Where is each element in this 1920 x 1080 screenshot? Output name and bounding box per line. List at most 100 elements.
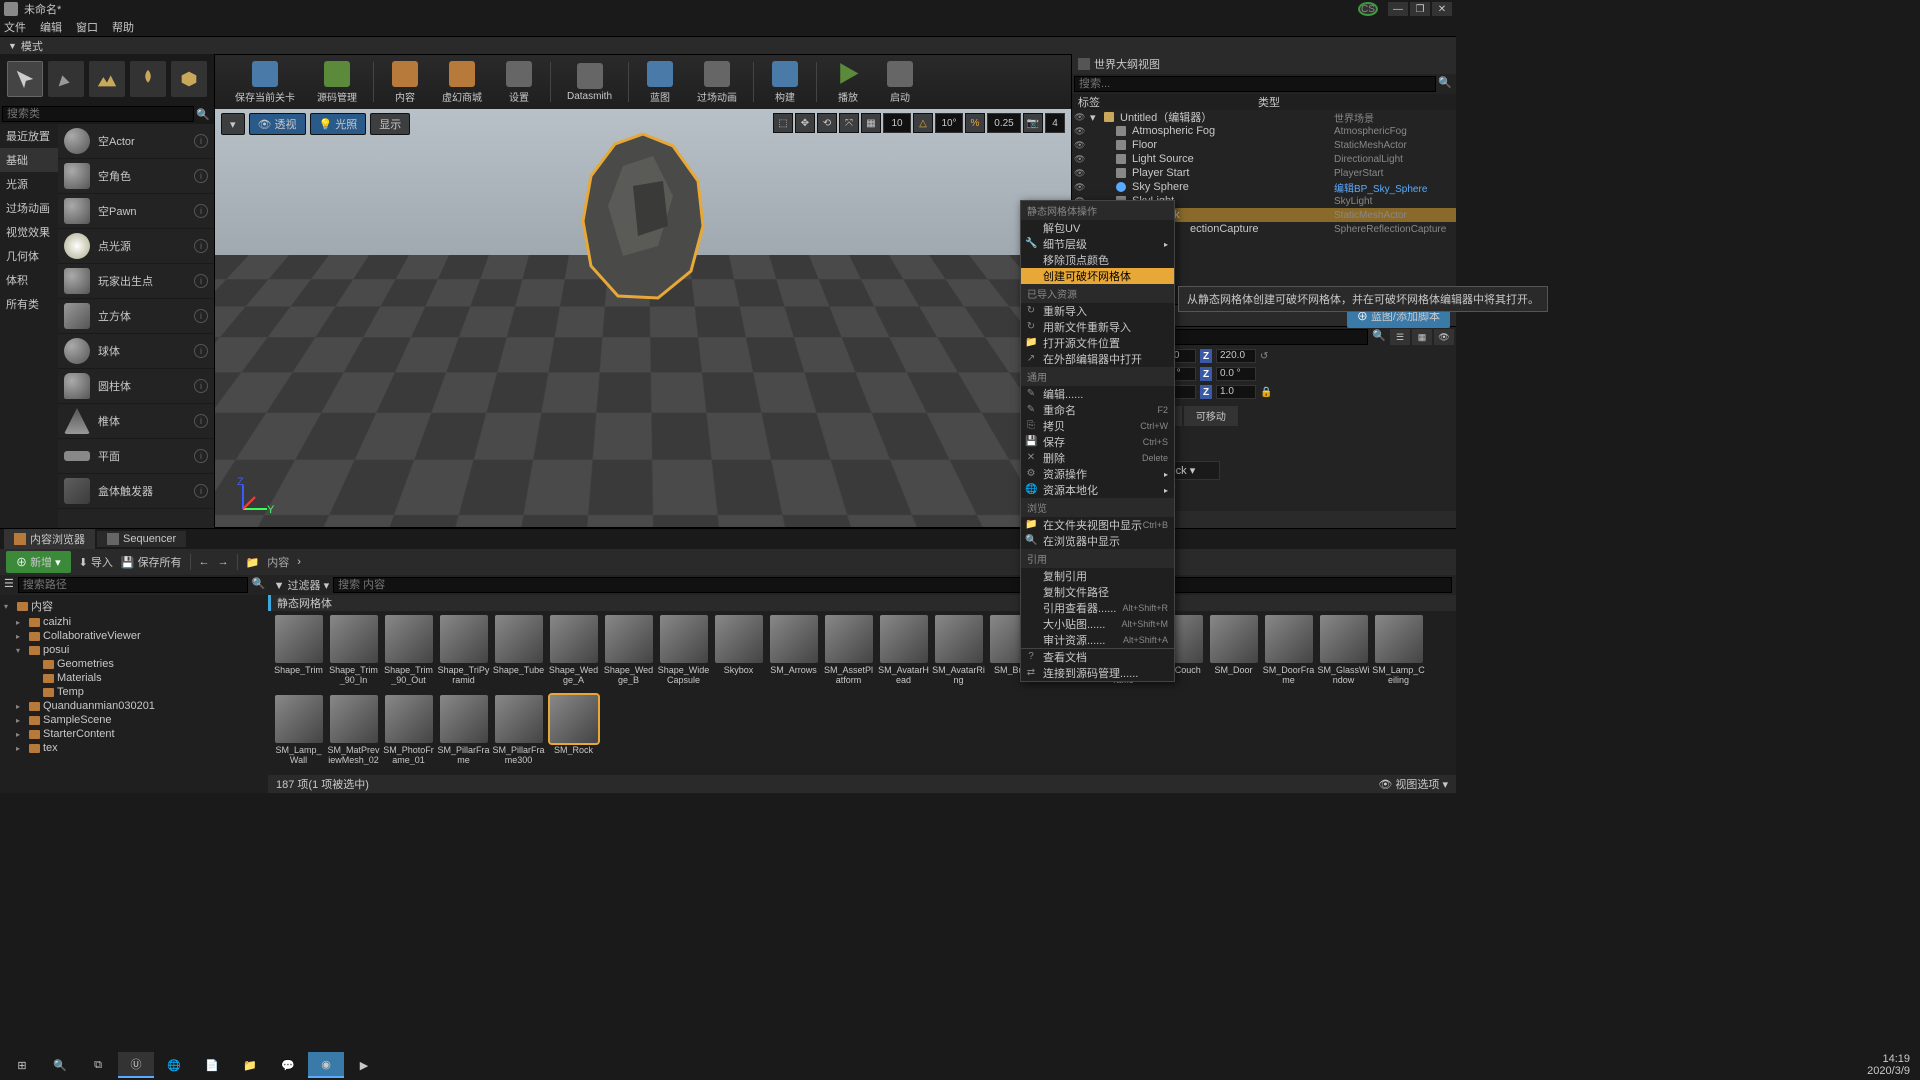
search-taskbar-icon[interactable]: 🔍 <box>42 1052 78 1078</box>
launch-button[interactable]: 启动 <box>875 59 925 106</box>
cat-recent[interactable]: 最近放置 <box>0 124 58 148</box>
asset-item[interactable]: Shape_TriPyramid <box>437 615 490 693</box>
reset-icon[interactable]: ↺ <box>1260 351 1274 362</box>
grid-snap-value[interactable]: 10 <box>883 113 911 133</box>
details-lock-icon[interactable]: 👁 <box>1434 329 1454 345</box>
landscape-mode-icon[interactable] <box>89 61 125 97</box>
outliner-row[interactable]: 👁FloorStaticMeshActor <box>1072 138 1456 152</box>
chrome-taskbar-icon[interactable]: 🌐 <box>156 1052 192 1078</box>
blueprints-button[interactable]: 蓝图 <box>635 59 685 106</box>
ctx-reference-viewer[interactable]: 引用查看器......Alt+Shift+R <box>1021 600 1174 616</box>
tree-folder[interactable]: ▸StarterContent <box>2 727 266 741</box>
asset-item[interactable]: Skybox <box>712 615 765 693</box>
cat-visual[interactable]: 视觉效果 <box>0 220 58 244</box>
actor-playerstart[interactable]: 玩家出生点i <box>58 264 214 299</box>
asset-item[interactable]: Shape_WideCapsule <box>657 615 710 693</box>
play-button[interactable]: 播放 <box>823 59 873 106</box>
outliner-row[interactable]: 👁▾Untitled（编辑器）世界场景 <box>1072 110 1456 124</box>
import-button[interactable]: ⬇ 导入 <box>79 554 113 570</box>
asset-search-input[interactable] <box>333 577 1452 593</box>
perspective-button[interactable]: 👁 透视 <box>249 113 306 135</box>
asset-item[interactable]: SM_PillarFrame300 <box>492 695 545 773</box>
app2-taskbar-icon[interactable]: ▶ <box>346 1052 382 1078</box>
show-button[interactable]: 显示 <box>370 113 410 135</box>
outliner-col-label[interactable]: 标签 <box>1078 94 1258 110</box>
explorer-taskbar-icon[interactable]: 📁 <box>232 1052 268 1078</box>
actor-cylinder[interactable]: 圆柱体i <box>58 369 214 404</box>
actor-cone[interactable]: 椎体i <box>58 404 214 439</box>
source-control-button[interactable]: 源码管理 <box>307 59 367 106</box>
geometry-mode-icon[interactable] <box>171 61 207 97</box>
ctx-view-docs[interactable]: ?查看文档 <box>1021 649 1174 665</box>
cat-all[interactable]: 所有类 <box>0 292 58 316</box>
build-button[interactable]: 构建 <box>760 59 810 106</box>
ctx-unwrap-uv[interactable]: 解包UV <box>1021 220 1174 236</box>
breadcrumb[interactable]: 内容 <box>267 554 289 570</box>
ctx-show-in-browser[interactable]: 🔍在浏览器中显示 <box>1021 533 1174 549</box>
tree-folder[interactable]: ▾posui <box>2 643 266 657</box>
ctx-remove-vertex-color[interactable]: 移除顶点颜色 <box>1021 252 1174 268</box>
marketplace-button[interactable]: 虚幻商城 <box>432 59 492 106</box>
ctx-edit[interactable]: ✎编辑...... <box>1021 386 1174 402</box>
cat-basic[interactable]: 基础 <box>0 148 58 172</box>
ctx-copy-reference[interactable]: 复制引用 <box>1021 568 1174 584</box>
menu-edit[interactable]: 编辑 <box>40 19 62 35</box>
filters-button[interactable]: ▼ 过滤器 ▾ <box>274 577 330 593</box>
asset-item[interactable]: SM_Lamp_Wall <box>272 695 325 773</box>
ctx-reimport-new[interactable]: ↻用新文件重新导入 <box>1021 319 1174 335</box>
transform-scale-icon[interactable]: ⤧ <box>839 113 859 133</box>
camera-speed-value[interactable]: 4 <box>1045 113 1065 133</box>
asset-item[interactable]: SM_AssetPlatform <box>822 615 875 693</box>
transform-select-icon[interactable]: ⬚ <box>773 113 793 133</box>
transform-rotate-icon[interactable]: ⟲ <box>817 113 837 133</box>
tree-folder[interactable]: Temp <box>2 685 266 699</box>
actor-sphere[interactable]: 球体i <box>58 334 214 369</box>
angle-snap-icon[interactable]: △ <box>913 113 933 133</box>
cat-lights[interactable]: 光源 <box>0 172 58 196</box>
search-icon[interactable]: 🔍 <box>194 108 212 121</box>
path-search-input[interactable] <box>18 577 248 593</box>
details-view-grid-icon[interactable]: ▦ <box>1412 329 1432 345</box>
ctx-audit-assets[interactable]: 审计资源......Alt+Shift+A <box>1021 632 1174 648</box>
close-button[interactable]: ✕ <box>1432 2 1452 16</box>
asset-item[interactable]: SM_Lamp_Ceiling <box>1372 615 1425 693</box>
save-all-button[interactable]: 💾 保存所有 <box>121 554 182 570</box>
scale-z-input[interactable]: 1.0 <box>1216 385 1256 399</box>
location-z-input[interactable]: 220.0 <box>1216 349 1256 363</box>
asset-item[interactable]: SM_Door <box>1207 615 1260 693</box>
ctx-asset-actions[interactable]: ⚙资源操作▸ <box>1021 466 1174 482</box>
ctx-size-map[interactable]: 大小贴图......Alt+Shift+M <box>1021 616 1174 632</box>
start-button[interactable]: ⊞ <box>4 1052 40 1078</box>
transform-move-icon[interactable]: ✥ <box>795 113 815 133</box>
task-view-icon[interactable]: ⧉ <box>80 1052 116 1078</box>
ctx-reimport[interactable]: ↻重新导入 <box>1021 303 1174 319</box>
search-icon[interactable]: 🔍 <box>1436 76 1454 92</box>
asset-item[interactable]: SM_DoorFrame <box>1262 615 1315 693</box>
sequencer-tab[interactable]: Sequencer <box>97 531 186 547</box>
ctx-connect-source-control[interactable]: ⇄连接到源码管理...... <box>1021 665 1174 681</box>
tree-folder[interactable]: Materials <box>2 671 266 685</box>
outliner-row[interactable]: 👁Light SourceDirectionalLight <box>1072 152 1456 166</box>
asset-item[interactable]: Shape_Tube <box>492 615 545 693</box>
asset-item[interactable]: Shape_Trim_90_In <box>327 615 380 693</box>
ctx-open-source-location[interactable]: 📁打开源文件位置 <box>1021 335 1174 351</box>
cinematics-button[interactable]: 过场动画 <box>687 59 747 106</box>
menu-window[interactable]: 窗口 <box>76 19 98 35</box>
history-forward-button[interactable]: → <box>218 556 229 568</box>
ctx-rename[interactable]: ✎重命名F2 <box>1021 402 1174 418</box>
tree-folder[interactable]: Geometries <box>2 657 266 671</box>
maximize-button[interactable]: ❐ <box>1410 2 1430 16</box>
save-button[interactable]: 保存当前关卡 <box>225 59 305 106</box>
menu-help[interactable]: 帮助 <box>112 19 134 35</box>
mobility-movable-button[interactable]: 可移动 <box>1183 405 1239 427</box>
lock-icon[interactable]: 🔒 <box>1260 387 1274 398</box>
asset-item[interactable]: SM_GlassWindow <box>1317 615 1370 693</box>
tree-root[interactable]: ▾内容 <box>2 597 266 615</box>
asset-item[interactable]: SM_Arrows <box>767 615 820 693</box>
datasmith-button[interactable]: Datasmith <box>557 61 622 104</box>
ctx-save[interactable]: 💾保存Ctrl+S <box>1021 434 1174 450</box>
content-view-options[interactable]: 👁 视图选项 ▾ <box>1378 776 1448 792</box>
cat-geometry[interactable]: 几何体 <box>0 244 58 268</box>
details-view-list-icon[interactable]: ☰ <box>1390 329 1410 345</box>
system-clock[interactable]: 14:192020/3/9 <box>1867 1053 1916 1077</box>
